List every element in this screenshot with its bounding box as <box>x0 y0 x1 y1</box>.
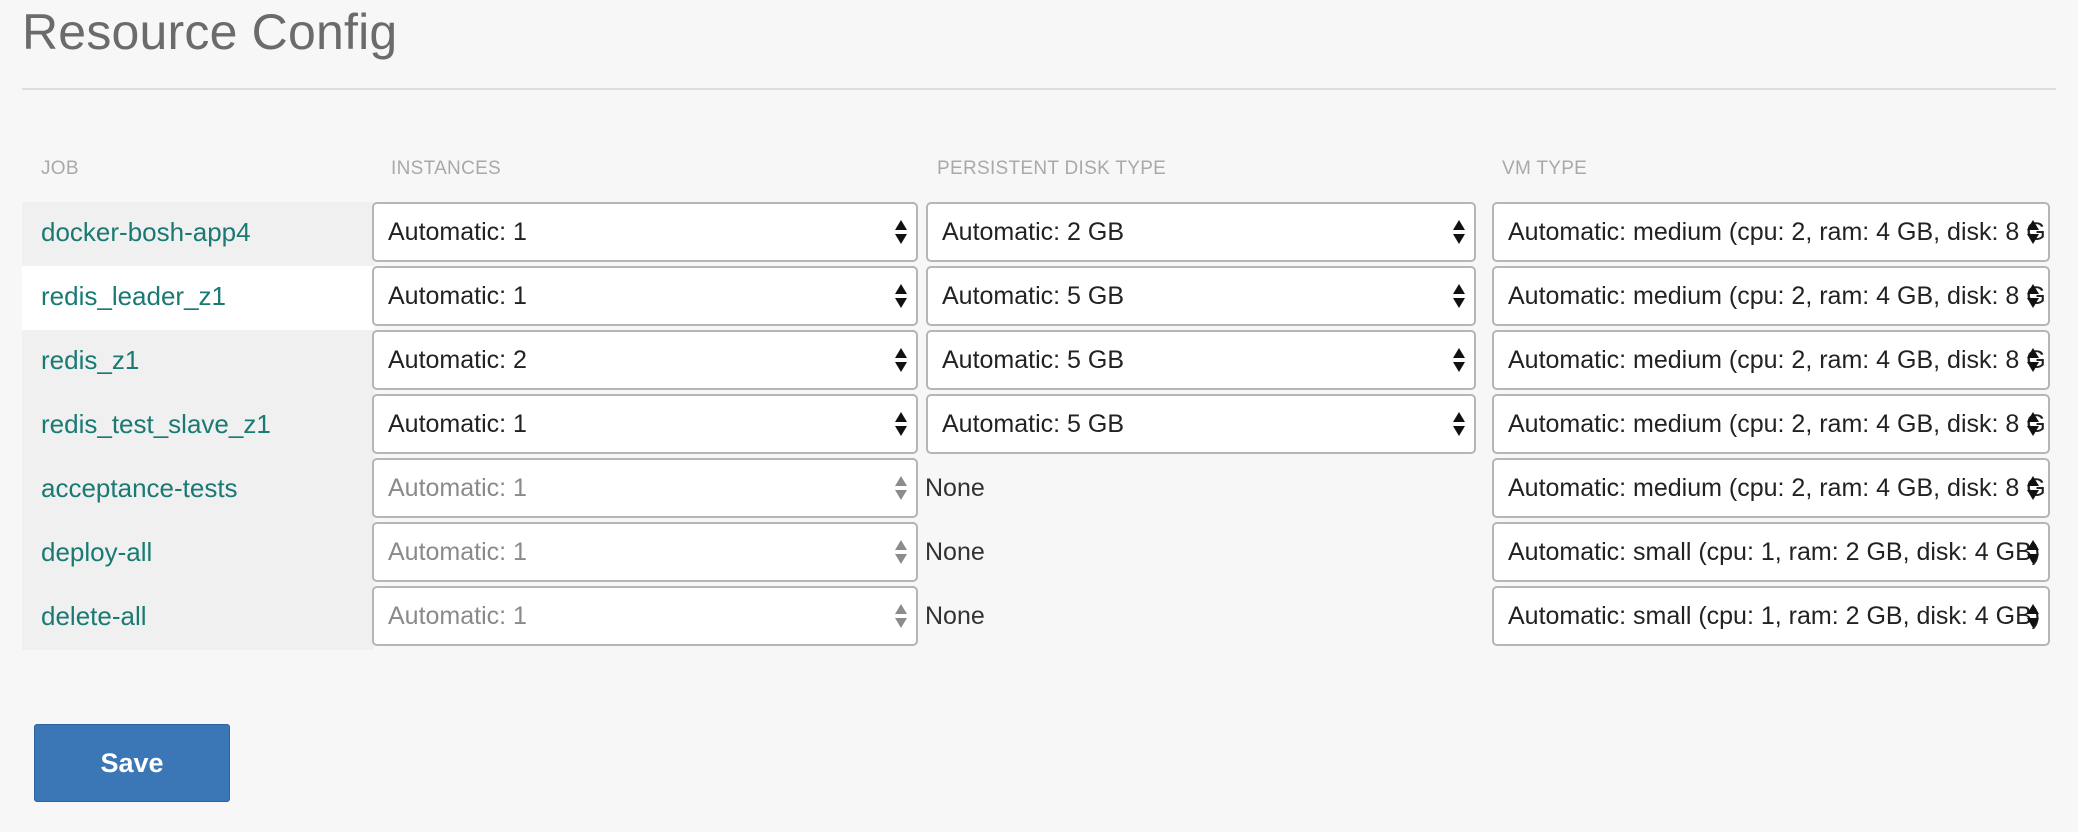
persistent-disk-select[interactable]: Automatic: 5 GB <box>926 266 1476 326</box>
instances-select-value: Automatic: 1 <box>388 474 527 502</box>
persistent-disk-select[interactable]: Automatic: 5 GB <box>926 330 1476 390</box>
select-arrows-icon <box>894 538 908 566</box>
vm-type-select[interactable]: Automatic: medium (cpu: 2, ram: 4 GB, di… <box>1492 266 2050 326</box>
vm-type-select[interactable]: Automatic: medium (cpu: 2, ram: 4 GB, di… <box>1492 330 2050 390</box>
select-arrows-icon <box>894 602 908 630</box>
instances-select[interactable]: Automatic: 1 <box>372 202 918 262</box>
select-arrows-icon <box>894 346 908 374</box>
select-arrows-icon <box>894 474 908 502</box>
instances-select[interactable]: Automatic: 1 <box>372 266 918 326</box>
persistent-disk-select-value: Automatic: 5 GB <box>942 282 1125 310</box>
page-title: Resource Config <box>22 4 398 60</box>
select-arrows-icon <box>2026 346 2040 374</box>
job-name-link[interactable]: docker-bosh-app4 <box>41 216 251 248</box>
vm-type-select[interactable]: Automatic: medium (cpu: 2, ram: 4 GB, di… <box>1492 458 2050 518</box>
select-arrows-icon <box>2026 474 2040 502</box>
instances-select-value: Automatic: 1 <box>388 538 527 566</box>
persistent-disk-select-value: Automatic: 2 GB <box>942 218 1125 246</box>
persistent-disk-none: None <box>925 474 985 502</box>
select-arrows-icon <box>1452 218 1466 246</box>
job-name-link[interactable]: redis_leader_z1 <box>41 280 226 312</box>
select-arrows-icon <box>894 218 908 246</box>
instances-select-value: Automatic: 1 <box>388 602 527 630</box>
title-divider <box>22 88 2056 90</box>
instances-select-value: Automatic: 1 <box>388 282 527 310</box>
header-instances: INSTANCES <box>391 158 502 179</box>
persistent-disk-select-value: Automatic: 5 GB <box>942 410 1125 438</box>
vm-type-select-value: Automatic: medium (cpu: 2, ram: 4 GB, di… <box>1508 474 2046 502</box>
instances-select[interactable]: Automatic: 1 <box>372 522 918 582</box>
header-vm-type: VM TYPE <box>1502 158 1588 179</box>
persistent-disk-none: None <box>925 602 985 630</box>
instances-select[interactable]: Automatic: 2 <box>372 330 918 390</box>
select-arrows-icon <box>894 282 908 310</box>
header-job: JOB <box>41 158 79 179</box>
instances-select[interactable]: Automatic: 1 <box>372 586 918 646</box>
vm-type-select-value: Automatic: medium (cpu: 2, ram: 4 GB, di… <box>1508 218 2046 246</box>
vm-type-select[interactable]: Automatic: small (cpu: 1, ram: 2 GB, dis… <box>1492 586 2050 646</box>
job-name-link[interactable]: delete-all <box>41 600 147 632</box>
vm-type-select-value: Automatic: medium (cpu: 2, ram: 4 GB, di… <box>1508 410 2046 438</box>
select-arrows-icon <box>2026 538 2040 566</box>
job-name-link[interactable]: deploy-all <box>41 536 152 568</box>
header-persistent-disk-type: PERSISTENT DISK TYPE <box>937 158 1167 179</box>
vm-type-select-value: Automatic: medium (cpu: 2, ram: 4 GB, di… <box>1508 346 2046 374</box>
instances-select[interactable]: Automatic: 1 <box>372 394 918 454</box>
select-arrows-icon <box>2026 282 2040 310</box>
select-arrows-icon <box>1452 282 1466 310</box>
select-arrows-icon <box>1452 410 1466 438</box>
vm-type-select-value: Automatic: medium (cpu: 2, ram: 4 GB, di… <box>1508 282 2046 310</box>
select-arrows-icon <box>2026 410 2040 438</box>
instances-select-value: Automatic: 1 <box>388 410 527 438</box>
vm-type-select-value: Automatic: small (cpu: 1, ram: 2 GB, dis… <box>1508 602 2041 630</box>
vm-type-select[interactable]: Automatic: medium (cpu: 2, ram: 4 GB, di… <box>1492 394 2050 454</box>
instances-select[interactable]: Automatic: 1 <box>372 458 918 518</box>
instances-select-value: Automatic: 2 <box>388 346 527 374</box>
select-arrows-icon <box>2026 602 2040 630</box>
save-button[interactable]: Save <box>34 724 230 802</box>
select-arrows-icon <box>894 410 908 438</box>
select-arrows-icon <box>1452 346 1466 374</box>
job-name-link[interactable]: redis_z1 <box>41 344 139 376</box>
vm-type-select[interactable]: Automatic: medium (cpu: 2, ram: 4 GB, di… <box>1492 202 2050 262</box>
vm-type-select[interactable]: Automatic: small (cpu: 1, ram: 2 GB, dis… <box>1492 522 2050 582</box>
persistent-disk-select-value: Automatic: 5 GB <box>942 346 1125 374</box>
job-name-link[interactable]: redis_test_slave_z1 <box>41 408 271 440</box>
persistent-disk-select[interactable]: Automatic: 5 GB <box>926 394 1476 454</box>
job-name-link[interactable]: acceptance-tests <box>41 472 238 504</box>
persistent-disk-none: None <box>925 538 985 566</box>
instances-select-value: Automatic: 1 <box>388 218 527 246</box>
select-arrows-icon <box>2026 218 2040 246</box>
vm-type-select-value: Automatic: small (cpu: 1, ram: 2 GB, dis… <box>1508 538 2041 566</box>
persistent-disk-select[interactable]: Automatic: 2 GB <box>926 202 1476 262</box>
